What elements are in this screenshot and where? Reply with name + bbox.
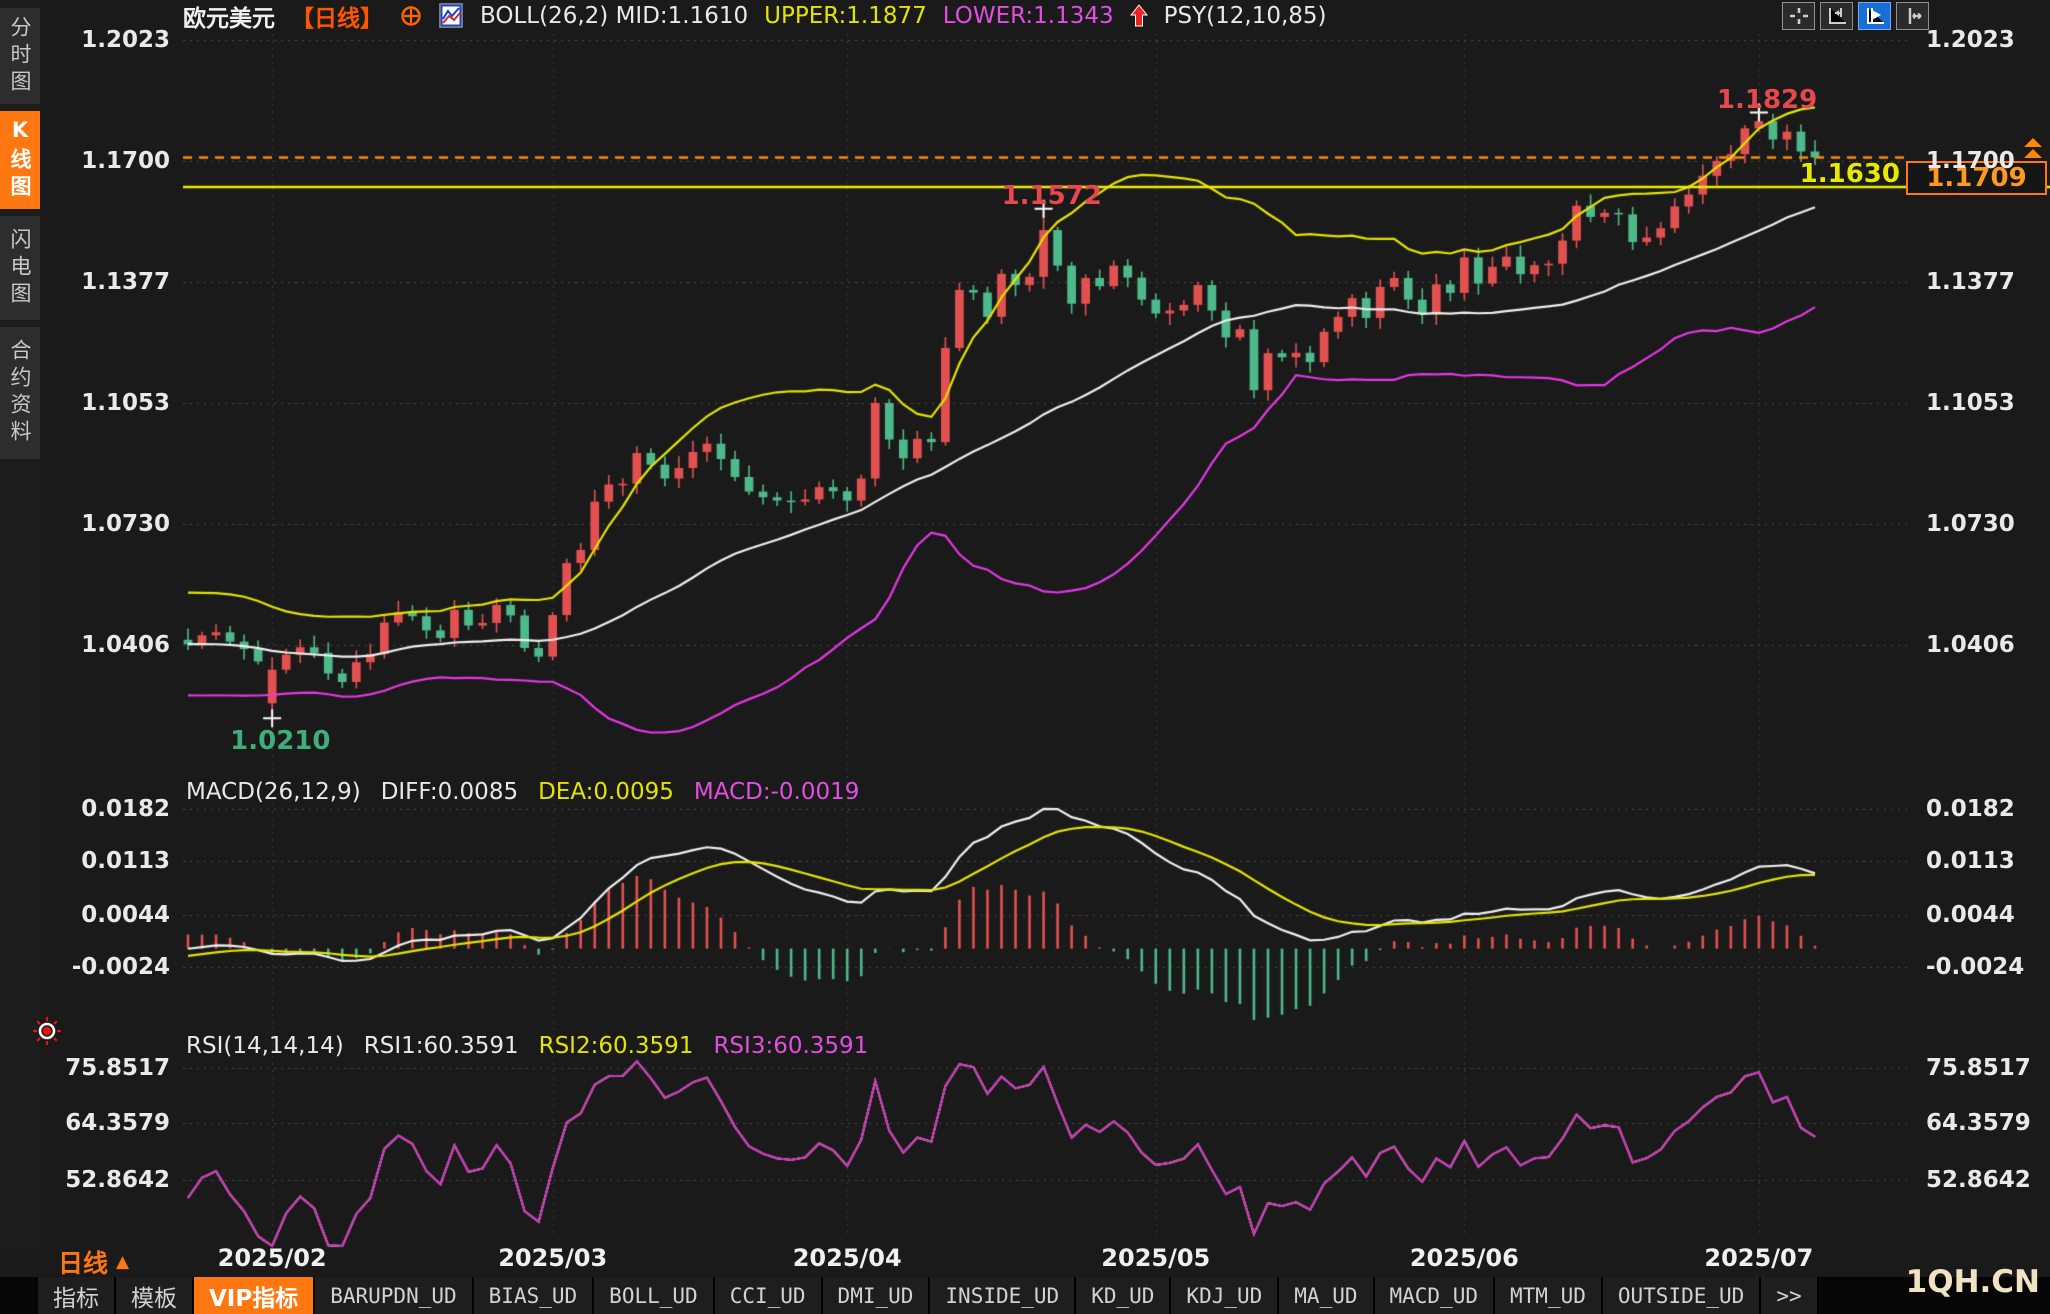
bottom-tab-outside_ud[interactable]: OUTSIDE_UD: [1603, 1277, 1761, 1314]
indicator-tab-bar: 指标模板VIP指标BARUPDN_UDBIAS_UDBOLL_UDCCI_UDD…: [38, 1277, 2050, 1314]
macd-panel-header: MACD(26,12,9) DIFF:0.0085 DEA:0.0095 MAC…: [186, 779, 859, 805]
bottom-tab-kd_ud[interactable]: KD_UD: [1076, 1277, 1171, 1314]
rsi-axis-tick: 52.8642: [56, 1167, 170, 1193]
macd-axis-tick: 0.0113: [1926, 848, 2015, 874]
price-axis-tick: 1.2023: [56, 27, 170, 53]
price-axis-tick: 1.0406: [56, 632, 170, 658]
bottom-tab-boll_ud[interactable]: BOLL_UD: [594, 1277, 715, 1314]
bottom-tab-dmi_ud[interactable]: DMI_UD: [823, 1277, 931, 1314]
macd-axis-tick: 0.0182: [1926, 796, 2015, 822]
macd-bar-value: MACD:-0.0019: [694, 779, 859, 805]
sidebar-item-lightning-chart[interactable]: 闪电图: [0, 216, 40, 320]
chart-header: 欧元美元 【日线】 BOLL(26,2) MID:1.1610 UPPER:1.…: [183, 0, 1327, 31]
boll-indicator-label: BOLL(26,2) MID:1.1610: [480, 3, 748, 29]
sidebar-item-kline-chart[interactable]: K线图: [0, 111, 40, 209]
bottom-tab-ma_ud[interactable]: MA_UD: [1279, 1277, 1374, 1314]
rsi-axis-tick: 75.8517: [56, 1055, 170, 1081]
x-axis-month-label: 2025/04: [777, 1244, 917, 1272]
macd-axis-tick: 0.0044: [1926, 902, 2015, 928]
rsi3-value: RSI3:60.3591: [713, 1033, 868, 1059]
macd-axis-tick: 0.0113: [56, 848, 170, 874]
axis-shift-button[interactable]: [1896, 2, 1929, 30]
bottom-tab-mtm_ud[interactable]: MTM_UD: [1495, 1277, 1603, 1314]
macd-axis-tick: -0.0024: [1926, 954, 2024, 980]
price-axis-tick: 1.0406: [1926, 632, 2015, 658]
rsi-axis-tick: 52.8642: [1926, 1167, 2031, 1193]
rsi2-value: RSI2:60.3591: [539, 1033, 694, 1059]
bottom-tab-inside_ud[interactable]: INSIDE_UD: [930, 1277, 1076, 1314]
period-selector[interactable]: 日线 ▲: [58, 1244, 129, 1280]
rsi-axis-tick: 64.3579: [1926, 1110, 2031, 1136]
bottom-tab-[interactable]: >>: [1761, 1277, 1818, 1314]
swing-high-july-label: 1.1829: [1717, 85, 1817, 115]
chart-toolbar: [1782, 2, 1929, 30]
price-axis-tick: 1.1053: [56, 390, 170, 416]
bottom-tab-kdj_ud[interactable]: KDJ_UD: [1171, 1277, 1279, 1314]
period-selector-label: 日线: [58, 1244, 108, 1280]
price-axis-tick: 1.1377: [1926, 269, 2015, 295]
sidebar-item-contract-info[interactable]: 合约资料: [0, 327, 40, 459]
bottom-tab-[interactable]: 指标: [38, 1277, 116, 1314]
price-axis-tick: 1.1053: [1926, 390, 2015, 416]
macd-title: MACD(26,12,9): [186, 779, 361, 805]
macd-diff-value: DIFF:0.0085: [381, 779, 518, 805]
price-axis-tick: 1.1700: [56, 148, 170, 174]
rsi-axis-tick: 64.3579: [56, 1110, 170, 1136]
price-axis-tick: 1.0730: [56, 511, 170, 537]
rsi-panel-header: RSI(14,14,14) RSI1:60.3591 RSI2:60.3591 …: [186, 1033, 868, 1059]
macd-axis-tick: 0.0044: [56, 902, 170, 928]
period-tag[interactable]: 【日线】: [291, 0, 383, 33]
macd-axis-tick: -0.0024: [56, 954, 170, 980]
up-arrow-icon: [1130, 4, 1148, 28]
swing-low-feb-label: 1.0210: [230, 726, 330, 756]
price-axis-tick: 1.1700: [1926, 148, 2015, 174]
chevron-up-icon: ▲: [116, 1252, 129, 1272]
bottom-tab-[interactable]: 模板: [116, 1277, 194, 1314]
rsi-axis-tick: 75.8517: [1926, 1055, 2031, 1081]
sidebar-item-timeshare-chart[interactable]: 分时图: [0, 8, 40, 104]
axis-play-button[interactable]: [1858, 2, 1891, 30]
swing-high-april-label: 1.1572: [1002, 181, 1102, 211]
x-axis-month-label: 2025/06: [1394, 1244, 1534, 1272]
bottom-tab-bias_ud[interactable]: BIAS_UD: [474, 1277, 595, 1314]
alert-price-label[interactable]: 1.1630: [1690, 159, 1900, 189]
bottom-tab-macd_ud[interactable]: MACD_UD: [1375, 1277, 1496, 1314]
macd-dea-value: DEA:0.0095: [538, 779, 674, 805]
x-axis-month-label: 2025/07: [1689, 1244, 1829, 1272]
macd-axis-tick: 0.0182: [56, 796, 170, 822]
price-axis-tick: 1.2023: [1926, 27, 2015, 53]
watermark: 1QH.CN: [1830, 1264, 2040, 1300]
x-axis-month-label: 2025/02: [202, 1244, 342, 1272]
bottom-tab-cci_ud[interactable]: CCI_UD: [715, 1277, 823, 1314]
price-up-arrows-icon: [2018, 137, 2048, 165]
symbol-name: 欧元美元: [183, 0, 275, 33]
bottom-tab-vip[interactable]: VIP指标: [194, 1277, 315, 1314]
psy-indicator-label: PSY(12,10,85): [1164, 3, 1327, 29]
boll-upper-label: UPPER:1.1877: [764, 3, 927, 29]
crosshair-tool-button[interactable]: [1782, 2, 1815, 30]
alert-burst-icon[interactable]: [32, 1016, 62, 1050]
bottom-tab-barupdn_ud[interactable]: BARUPDN_UD: [315, 1277, 473, 1314]
x-axis-month-label: 2025/05: [1086, 1244, 1226, 1272]
axis-compress-button[interactable]: [1820, 2, 1853, 30]
kline-thumbnail-icon[interactable]: [439, 3, 464, 29]
rsi-title: RSI(14,14,14): [186, 1033, 344, 1059]
target-icon[interactable]: [399, 4, 423, 28]
rsi1-value: RSI1:60.3591: [364, 1033, 519, 1059]
price-axis-tick: 1.1377: [56, 269, 170, 295]
price-axis-tick: 1.0730: [1926, 511, 2015, 537]
x-axis-month-label: 2025/03: [483, 1244, 623, 1272]
boll-lower-label: LOWER:1.1343: [943, 3, 1114, 29]
left-sidebar: 分时图 K线图 闪电图 合约资料: [0, 0, 40, 1248]
